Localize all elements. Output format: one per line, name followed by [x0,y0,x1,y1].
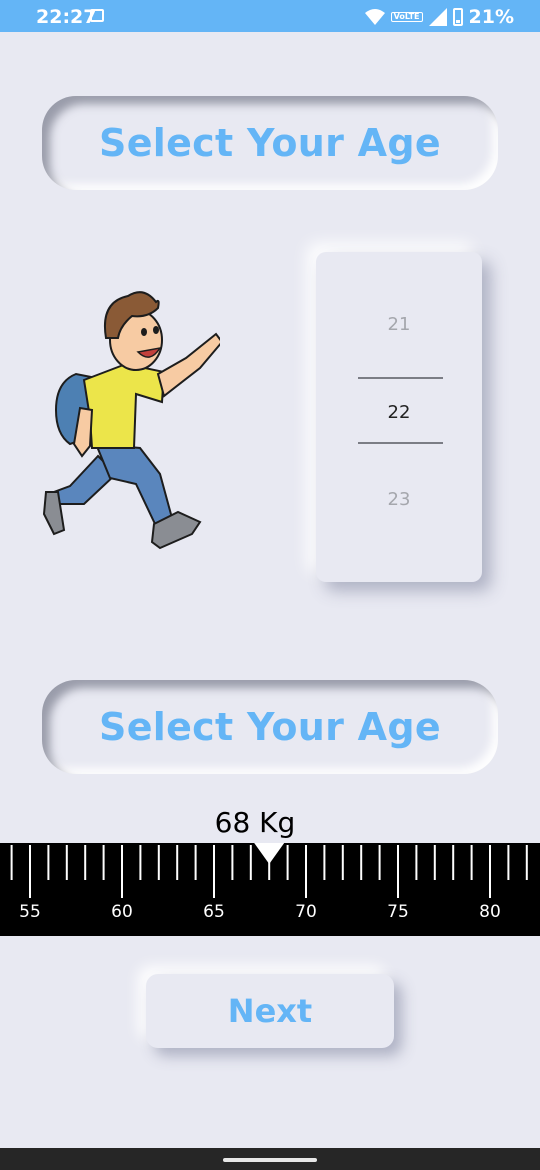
ruler-label: 55 [19,902,41,922]
image-icon [90,9,104,22]
signal-icon [428,8,447,26]
picker-divider-top [358,377,443,379]
battery-percent: 21% [468,6,514,28]
running-boy-illustration [42,291,220,550]
status-bar: 22:27 VoLTE 21% [0,0,540,32]
ruler-label: 75 [387,902,409,922]
picker-divider-bottom [358,442,443,444]
next-button[interactable]: Next [146,974,394,1048]
navigation-bar [0,1148,540,1170]
age-title-panel: Select Your Age [42,96,498,190]
home-handle[interactable] [223,1158,317,1162]
ruler-label: 60 [111,902,133,922]
weight-title-panel: Select Your Age [42,680,498,774]
battery-icon [452,8,463,26]
age-option-previous[interactable]: 21 [316,314,482,335]
weight-value-label: 68 Kg [214,806,296,839]
next-button-label: Next [227,992,313,1030]
volte-icon: VoLTE [390,12,423,22]
status-time: 22:27 [36,6,97,28]
wifi-icon [364,9,385,25]
weight-title: Select Your Age [99,705,441,749]
age-title: Select Your Age [99,121,441,165]
age-picker[interactable]: 21 22 23 [316,252,482,582]
ruler-pointer-icon[interactable] [254,843,285,864]
status-icons: VoLTE 21% [364,6,514,28]
weight-ruler[interactable]: 55 60 65 70 75 80 [0,843,540,936]
age-option-next[interactable]: 23 [316,489,482,510]
ruler-label: 70 [295,902,317,922]
ruler-label: 65 [203,902,225,922]
ruler-label: 80 [479,902,501,922]
age-option-selected[interactable]: 22 [316,402,482,423]
